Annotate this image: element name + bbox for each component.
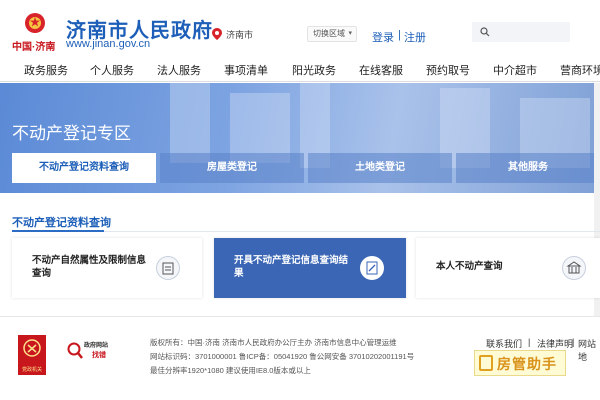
banner-tab-row: 不动产登记资料查询 房屋类登记 土地类登记 其他服务 bbox=[12, 153, 600, 183]
register-link[interactable]: 注册 bbox=[404, 29, 426, 45]
footer-link-separator: | bbox=[528, 337, 531, 347]
party-gov-logo[interactable]: 党政机关 bbox=[18, 335, 46, 375]
contact-us-link[interactable]: 联系我们 bbox=[486, 337, 522, 350]
card-own-property-query[interactable]: 本人不动产查询 bbox=[416, 238, 600, 298]
card-label: 开具不动产登记信息查询结 果 bbox=[234, 254, 348, 280]
section-divider-accent bbox=[12, 230, 104, 232]
card-property-attribute-query[interactable]: 不动产自然属性及限制信息 查询 bbox=[12, 238, 202, 298]
party-emblem-icon bbox=[23, 339, 41, 357]
national-emblem-icon bbox=[25, 13, 45, 33]
region-switch-label: 切换区域 bbox=[313, 29, 345, 38]
nav-item-personal-services[interactable]: 个人服务 bbox=[90, 62, 134, 78]
banner-title: 不动产登记专区 bbox=[12, 124, 131, 143]
card-label-line: 不动产自然属性及限制信息 bbox=[32, 255, 147, 266]
login-separator: | bbox=[398, 29, 401, 41]
card-label: 不动产自然属性及限制信息 查询 bbox=[32, 254, 146, 280]
brand-jinan-red: 中国·济南 bbox=[12, 42, 56, 53]
building-icon bbox=[562, 256, 586, 280]
card-issue-query-result[interactable]: 开具不动产登记信息查询结 果 bbox=[214, 238, 406, 298]
nav-item-gov-services[interactable]: 政务服务 bbox=[24, 62, 68, 78]
card-label: 本人不动产查询 bbox=[436, 260, 503, 273]
watermark-logo-icon bbox=[479, 355, 493, 371]
legal-statement-link[interactable]: 法律声明 bbox=[537, 337, 573, 350]
party-logo-label: 党政机关 bbox=[21, 367, 42, 373]
nav-item-appointment[interactable]: 预约取号 bbox=[426, 62, 470, 78]
login-link[interactable]: 登录 bbox=[372, 29, 394, 45]
card-label-line: 查询 bbox=[32, 268, 52, 279]
watermark-text: 房管助手 bbox=[497, 356, 557, 372]
search-input[interactable] bbox=[472, 22, 570, 42]
card-label-line: 本人不动产查询 bbox=[436, 261, 503, 272]
nav-item-agency-market[interactable]: 中介超市 bbox=[493, 62, 537, 78]
document-edit-icon bbox=[360, 256, 384, 280]
tab-records-query[interactable]: 不动产登记资料查询 bbox=[12, 153, 156, 183]
tab-housing-registration[interactable]: 房屋类登记 bbox=[160, 153, 304, 183]
gov-site-label: 政府网站 bbox=[84, 343, 109, 349]
document-refresh-icon bbox=[156, 256, 180, 280]
watermark-badge: 房管助手 bbox=[474, 350, 566, 376]
section-title: 不动产登记资料查询 bbox=[12, 217, 111, 229]
footer-link-separator: | bbox=[572, 337, 575, 347]
find-error-label: 找错 bbox=[92, 352, 106, 359]
banner: 不动产登记专区 不动产登记资料查询 房屋类登记 土地类登记 其他服务 bbox=[0, 83, 600, 193]
nav-item-business-env[interactable]: 营商环境 bbox=[560, 62, 600, 78]
region-switch-select[interactable]: 切换区域 ▾ bbox=[307, 26, 357, 42]
tab-land-registration[interactable]: 土地类登记 bbox=[308, 153, 452, 183]
site-url: www.jinan.gov.cn bbox=[66, 38, 151, 50]
magnifier-icon bbox=[67, 342, 83, 359]
card-label-line: 开具不动产登记信息查询结 bbox=[234, 255, 349, 266]
location-pin-icon bbox=[212, 28, 222, 40]
search-icon bbox=[480, 27, 490, 37]
site-map-link[interactable]: 网站地 bbox=[578, 337, 600, 363]
footer-copyright: 版权所有：中国·济南 济南市人民政府办公厅主办 济南市信息中心管理运维 bbox=[150, 338, 397, 347]
footer-record-numbers: 网站标识码：3701000001 鲁ICP备：05041920 鲁公网安备 37… bbox=[150, 352, 415, 361]
nav-item-item-list[interactable]: 事项清单 bbox=[224, 62, 268, 78]
current-location: 济南市 bbox=[226, 30, 254, 40]
footer-resolution-note: 最佳分辨率1920*1080 建议使用IE8.0版本或以上 bbox=[150, 366, 311, 375]
nav-item-sunshine-gov[interactable]: 阳光政务 bbox=[292, 62, 336, 78]
main-nav: 政务服务 个人服务 法人服务 事项清单 阳光政务 在线客服 预约取号 中介超市 … bbox=[0, 58, 600, 82]
nav-item-legal-services[interactable]: 法人服务 bbox=[157, 62, 201, 78]
gov-site-find-error[interactable]: 政府网站 找错 bbox=[66, 337, 112, 367]
banner-building-shape bbox=[170, 83, 210, 163]
tab-other-services[interactable]: 其他服务 bbox=[456, 153, 600, 183]
card-label-line: 果 bbox=[234, 268, 244, 279]
nav-item-online-service[interactable]: 在线客服 bbox=[359, 62, 403, 78]
site-header: 中国·济南 济南市人民政府 www.jinan.gov.cn 济南市 切换区域 … bbox=[0, 0, 600, 58]
chevron-down-icon: ▾ bbox=[348, 30, 352, 37]
